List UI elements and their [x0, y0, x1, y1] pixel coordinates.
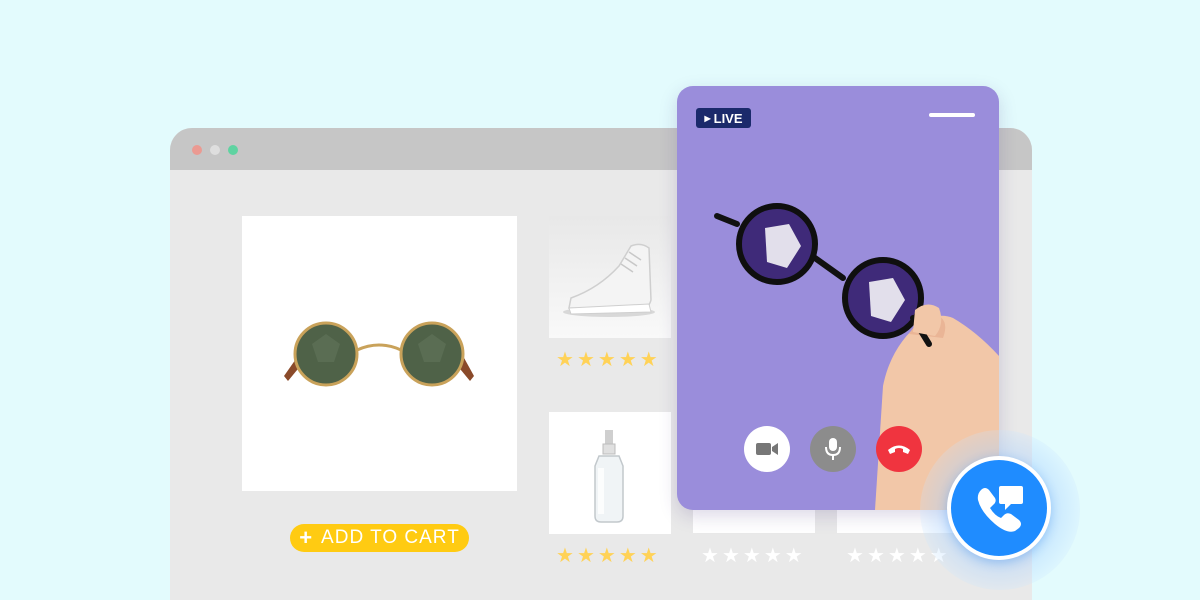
camera-button[interactable] [744, 426, 790, 472]
microphone-icon [825, 438, 841, 460]
star-icon: ★ [639, 349, 658, 371]
product-thumb-sneaker[interactable] [549, 216, 671, 338]
rating-stars: ★★★★★ [556, 546, 658, 566]
rating-stars: ★★★★★ [556, 350, 658, 370]
live-label: LIVE [713, 110, 743, 126]
window-close-dot[interactable] [192, 145, 202, 155]
spray-bottle-image [594, 430, 624, 523]
star-icon: ★ [639, 545, 658, 567]
star-icon: ★ [701, 545, 719, 567]
star-icon: ★ [597, 545, 616, 567]
sneaker-image [563, 243, 655, 317]
star-icon: ★ [556, 545, 574, 567]
star-icon: ★ [846, 545, 864, 567]
star-icon: ★ [908, 545, 927, 567]
main-product-image[interactable] [242, 216, 517, 491]
star-icon: ★ [887, 545, 906, 567]
star-icon: ★ [721, 545, 740, 567]
rating-stars: ★★★★★ [701, 546, 803, 566]
star-icon: ★ [576, 349, 595, 371]
add-to-cart-button[interactable]: + ADD TO CART [290, 524, 469, 552]
star-icon: ★ [763, 545, 782, 567]
star-icon: ★ [556, 349, 574, 371]
microphone-button[interactable] [810, 426, 856, 472]
menu-handle[interactable] [929, 113, 975, 117]
phone-chat-icon [977, 486, 1023, 532]
star-icon: ★ [576, 545, 595, 567]
camera-icon [756, 443, 778, 455]
sunglasses-image [284, 321, 474, 387]
star-icon: ★ [784, 545, 803, 567]
call-chat-button[interactable] [947, 456, 1051, 560]
star-icon: ★ [866, 545, 885, 567]
window-maximize-dot[interactable] [228, 145, 238, 155]
play-icon: ▶ [704, 113, 711, 123]
plus-icon: + [299, 525, 314, 550]
live-badge: ▶ LIVE [696, 108, 751, 128]
end-call-icon [888, 445, 910, 454]
star-icon: ★ [618, 545, 637, 567]
end-call-button[interactable] [876, 426, 922, 472]
star-icon: ★ [742, 545, 761, 567]
product-thumb-spray[interactable] [549, 412, 671, 534]
add-to-cart-label: ADD TO CART [321, 527, 460, 548]
star-icon: ★ [618, 349, 637, 371]
star-icon: ★ [597, 349, 616, 371]
window-minimize-dot[interactable] [210, 145, 220, 155]
